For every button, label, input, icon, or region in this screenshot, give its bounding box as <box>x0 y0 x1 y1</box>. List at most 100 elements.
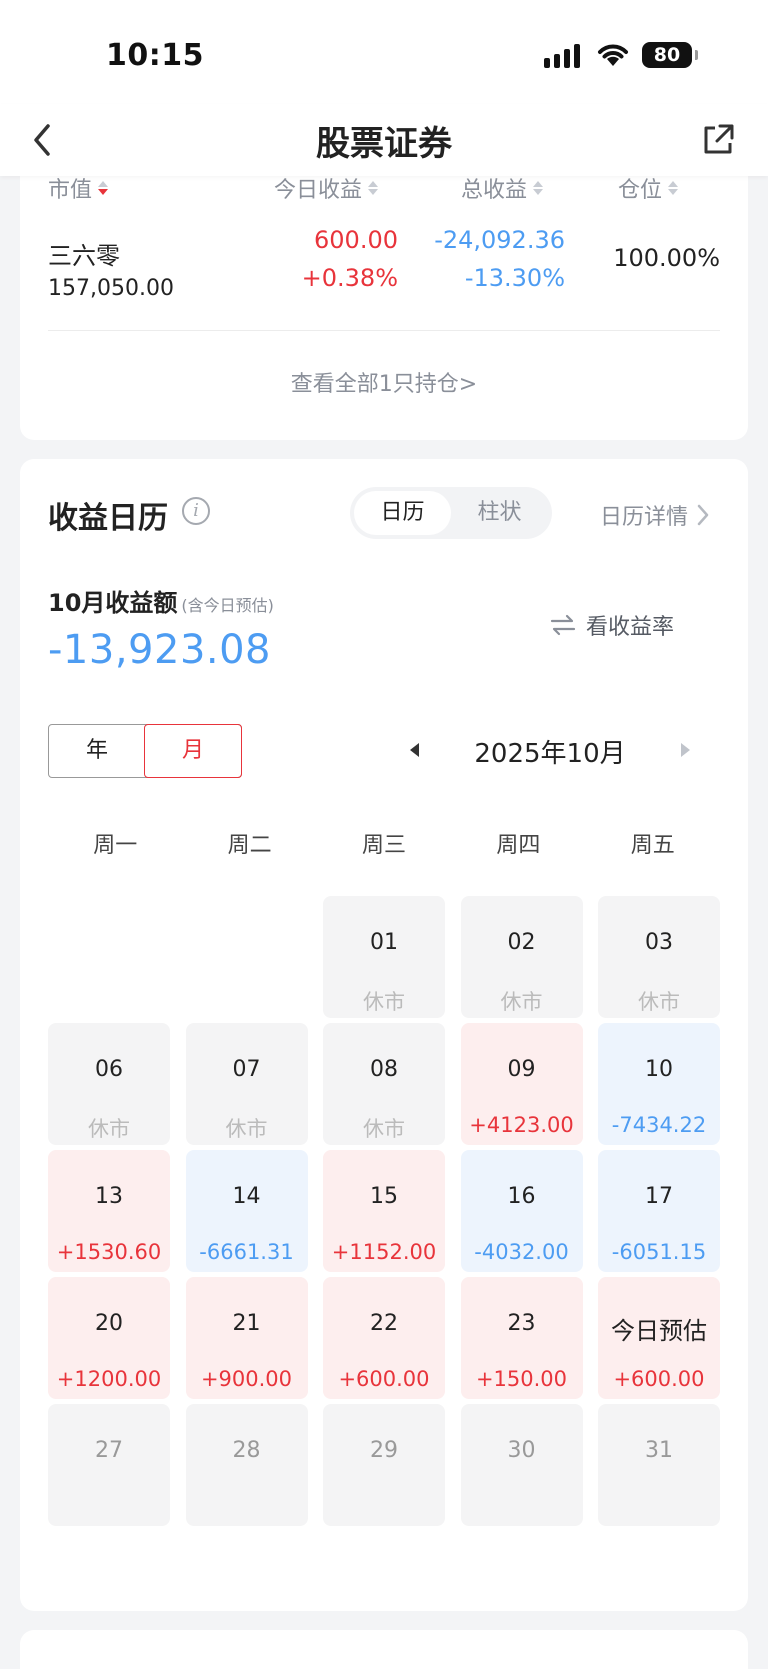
calendar-day-number: 09 <box>507 1057 536 1082</box>
calendar-day-value: 休市 <box>638 990 680 1014</box>
period-toggle: 年 月 <box>48 724 242 778</box>
tab-calendar[interactable]: 日历 <box>354 491 451 535</box>
calendar-empty-cell <box>186 896 308 1018</box>
tab-bar[interactable]: 柱状 <box>451 491 548 535</box>
calendar-detail-link[interactable]: 日历详情 <box>600 499 710 531</box>
calendar-day-cell[interactable]: 10 -7434.22 <box>598 1023 720 1145</box>
calendar-day-cell[interactable]: 08 休市 <box>323 1023 445 1145</box>
view-all-holdings-link[interactable]: 查看全部1只持仓> <box>20 366 748 398</box>
calendar-day-cell[interactable]: 23 +150.00 <box>460 1277 583 1399</box>
calendar-day-cell[interactable]: 17 -6051.15 <box>598 1150 720 1272</box>
view-toggle: 日历 柱状 <box>350 487 552 539</box>
status-time: 10:15 <box>106 38 204 73</box>
page-title: 股票证券 <box>316 124 452 164</box>
calendar-day-number: 14 <box>232 1184 261 1209</box>
calendar-day-value: +900.00 <box>200 1367 293 1391</box>
calendar-day-value: 休市 <box>88 1117 130 1141</box>
header-today-profit[interactable]: 今日收益 <box>274 172 379 204</box>
calendar-day-value: +1530.60 <box>56 1240 162 1264</box>
calendar-day-number: 20 <box>95 1311 123 1336</box>
header-total-profit[interactable]: 总收益 <box>461 172 544 204</box>
calendar-day-cell[interactable]: 29 <box>323 1404 445 1526</box>
calendar-day-cell[interactable]: 21 +900.00 <box>185 1277 308 1399</box>
calendar-day-cell[interactable]: 16 -4032.00 <box>460 1150 583 1272</box>
calendar-day-value: -7434.22 <box>611 1113 707 1137</box>
holdings-card: 市值 今日收益 总收益 仓位 三六零 157,050.00 600.00 +0.… <box>20 160 748 440</box>
calendar-day-number: 03 <box>645 930 673 955</box>
calendar-day-number: 16 <box>507 1184 536 1209</box>
status-bar: 10:15 80 <box>0 0 768 104</box>
weekday-header: 周一 周二 周三 周四 周五 <box>48 827 720 859</box>
calendar-empty-cell <box>48 896 170 1018</box>
calendar-day-cell[interactable]: 31 <box>598 1404 720 1526</box>
header-market-value[interactable]: 市值 <box>48 172 109 204</box>
calendar-day-cell[interactable]: 30 <box>460 1404 583 1526</box>
calendar-day-cell[interactable]: 09 +4123.00 <box>460 1023 583 1145</box>
calendar-day-value: -4032.00 <box>474 1240 569 1264</box>
profit-calendar-card: 收益日历 i 日历 柱状 日历详情 10月收益额 (含今日预估) -13,923.… <box>20 459 748 1611</box>
calendar-day-cell[interactable]: 15 +1152.00 <box>323 1150 445 1272</box>
sort-icon <box>668 181 679 195</box>
info-icon[interactable]: i <box>182 497 210 525</box>
calendar-day-number: 21 <box>232 1311 261 1336</box>
swap-icon <box>550 614 576 636</box>
calendar-day-value: +1152.00 <box>331 1240 437 1264</box>
total-percent: -13.30% <box>464 264 565 292</box>
calendar-day-cell[interactable]: 27 <box>48 1404 170 1526</box>
calendar-day-value: +600.00 <box>338 1367 430 1391</box>
today-percent: +0.38% <box>301 264 398 292</box>
sort-icon <box>533 181 544 195</box>
calendar-day-cell[interactable]: 22 +600.00 <box>323 1277 445 1399</box>
calendar-day-number: 17 <box>645 1184 673 1209</box>
calendar-day-cell[interactable]: 13 +1530.60 <box>48 1150 170 1272</box>
calendar-day-number: 28 <box>232 1438 261 1463</box>
weekday-label: 周三 <box>361 833 406 858</box>
divider <box>48 330 720 331</box>
calendar-day-cell[interactable]: 14 -6661.31 <box>185 1150 308 1272</box>
stock-market-value: 157,050.00 <box>48 276 174 301</box>
calendar-day-value: +150.00 <box>475 1367 568 1391</box>
calendar-day-value: 休市 <box>500 990 543 1014</box>
weekday-label: 周一 <box>93 833 138 858</box>
calendar-day-cell[interactable]: 06 休市 <box>48 1023 170 1145</box>
wifi-icon <box>598 44 628 66</box>
calendar-day-cell[interactable]: 01 休市 <box>323 896 445 1018</box>
calendar-day-number: 13 <box>95 1184 123 1209</box>
next-month-icon[interactable] <box>681 743 690 757</box>
calendar-day-number: 02 <box>507 930 536 955</box>
calendar-day-cell[interactable]: 07 休市 <box>185 1023 308 1145</box>
battery-icon: 80 <box>642 42 698 68</box>
next-section-card <box>20 1630 748 1669</box>
month-navigator: 2025年10月 <box>410 729 690 773</box>
calendar-day-number: 27 <box>95 1438 123 1463</box>
calendar-day-value: 休市 <box>225 1117 268 1141</box>
calendar-day-number: 22 <box>370 1311 398 1336</box>
calendar-day-number: 08 <box>370 1057 398 1082</box>
calendar-day-cell[interactable]: 03 休市 <box>598 896 720 1018</box>
calendar-day-cell[interactable]: 02 休市 <box>460 896 583 1018</box>
today-amount: 600.00 <box>314 226 398 254</box>
calendar-day-number: 23 <box>507 1311 536 1336</box>
calendar-day-number: 30 <box>507 1438 536 1463</box>
sort-icon <box>368 181 379 195</box>
view-return-rate-button[interactable]: 看收益率 <box>550 609 674 641</box>
calendar-day-number: 今日预估 <box>611 1317 707 1345</box>
period-year-button[interactable]: 年 <box>49 725 145 777</box>
sort-icon <box>98 181 109 195</box>
header-position[interactable]: 仓位 <box>618 172 679 204</box>
calendar-day-cell[interactable]: 28 <box>185 1404 308 1526</box>
period-month-button[interactable]: 月 <box>144 724 242 778</box>
calendar-grid: 01 休市 02 休市 03 休市 06 休市 07 休市 08 休市 09 +4123.00 10 -743… <box>48 896 720 1526</box>
calendar-day-value: -6661.31 <box>199 1240 294 1264</box>
position-percent: 100.00% <box>613 244 720 272</box>
total-amount: -24,092.36 <box>434 226 565 254</box>
calendar-day-value: +4123.00 <box>469 1113 574 1137</box>
calendar-day-number: 07 <box>232 1057 261 1082</box>
chevron-right-icon <box>697 504 709 526</box>
weekday-label: 周五 <box>630 833 675 858</box>
share-icon[interactable] <box>698 120 738 160</box>
calendar-day-number: 06 <box>95 1057 123 1082</box>
calendar-day-number: 10 <box>645 1057 673 1082</box>
calendar-day-cell[interactable]: 今日预估 +600.00 <box>598 1277 720 1399</box>
calendar-day-cell[interactable]: 20 +1200.00 <box>48 1277 170 1399</box>
